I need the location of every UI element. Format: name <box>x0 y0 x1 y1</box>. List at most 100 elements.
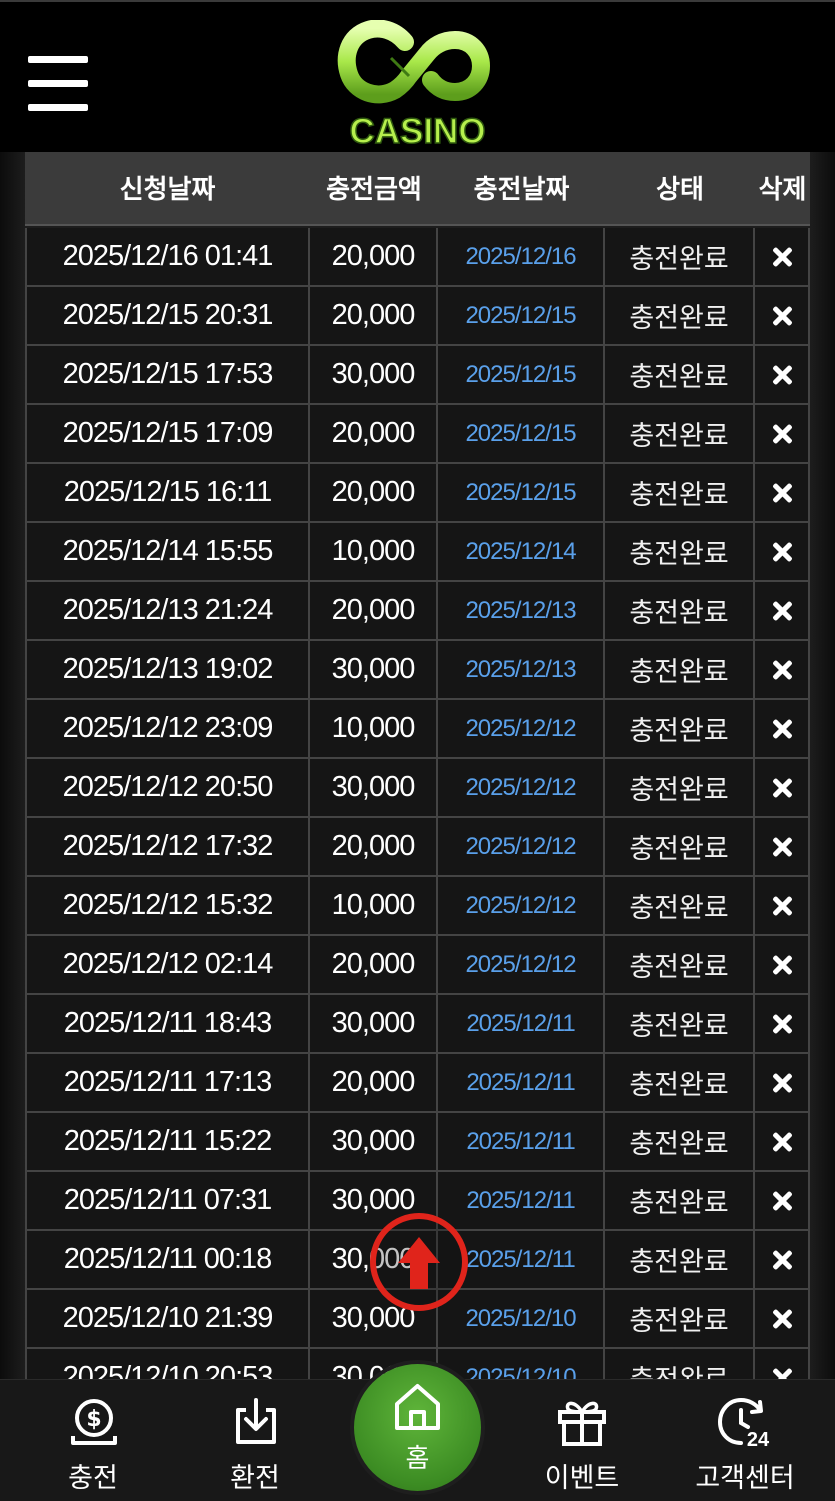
status-cell: 충전완료 <box>605 405 755 462</box>
nav-support[interactable]: 24 고객센터 <box>682 1380 808 1501</box>
charge-date-cell: 2025/12/10 <box>438 1290 605 1347</box>
coin-deposit-icon: $ <box>71 1399 117 1445</box>
amount-cell: 10,000 <box>310 700 438 757</box>
amount-cell: 30,000 <box>310 995 438 1052</box>
delete-x-icon[interactable] <box>772 1014 792 1034</box>
delete-x-icon[interactable] <box>772 1132 792 1152</box>
table-row: 2025/12/15 17:09 20,000 2025/12/15 충전완료 <box>25 405 810 464</box>
nav-event[interactable]: 이벤트 <box>520 1380 644 1501</box>
amount-cell: 20,000 <box>310 582 438 639</box>
delete-x-icon[interactable] <box>772 719 792 739</box>
support-24-icon: 24 <box>717 1397 770 1450</box>
nav-support-label: 고객센터 <box>695 1463 795 1494</box>
delete-cell <box>755 228 810 285</box>
requested-date-cell: 2025/12/12 17:32 <box>25 818 310 875</box>
delete-x-icon[interactable] <box>772 1191 792 1211</box>
delete-x-icon[interactable] <box>772 1368 792 1380</box>
table-row: 2025/12/15 16:11 20,000 2025/12/15 충전완료 <box>25 464 810 523</box>
logo-cc-icon <box>337 19 491 104</box>
home-icon <box>395 1384 440 1430</box>
amount-cell: 30,000 <box>310 346 438 403</box>
charge-date-cell: 2025/12/15 <box>438 287 605 344</box>
amount-cell: 20,000 <box>310 1054 438 1111</box>
amount-cell: 20,000 <box>310 287 438 344</box>
delete-x-icon[interactable] <box>772 306 792 326</box>
amount-cell: 30,000 <box>310 641 438 698</box>
charge-date-cell: 2025/12/12 <box>438 936 605 993</box>
nav-home[interactable]: 홈 <box>354 1364 481 1491</box>
charge-date-cell: 2025/12/14 <box>438 523 605 580</box>
requested-date-cell: 2025/12/16 01:41 <box>25 228 310 285</box>
column-header-requested-date: 신청날짜 <box>119 173 216 204</box>
charge-history-table: 신청날짜 충전금액 충전날짜 상태 삭제 2025/12/16 01:41 20,… <box>0 152 835 1379</box>
requested-date-cell: 2025/12/10 21:39 <box>25 1290 310 1347</box>
delete-cell <box>755 936 810 993</box>
status-cell: 충전완료 <box>605 523 755 580</box>
charge-date-cell: 2025/12/13 <box>438 582 605 639</box>
table-row: 2025/12/15 20:31 20,000 2025/12/15 충전완료 <box>25 287 810 346</box>
delete-x-icon[interactable] <box>772 1250 792 1270</box>
table-row: 2025/12/16 01:41 20,000 2025/12/16 충전완료 <box>25 228 810 287</box>
delete-x-icon[interactable] <box>772 601 792 621</box>
table-row: 2025/12/15 17:53 30,000 2025/12/15 충전완료 <box>25 346 810 405</box>
table-row: 2025/12/12 15:32 10,000 2025/12/12 충전완료 <box>25 877 810 936</box>
column-header-charge-date: 충전날짜 <box>473 173 570 204</box>
column-header-delete: 삭제 <box>758 173 807 204</box>
table-row: 2025/12/11 18:43 30,000 2025/12/11 충전완료 <box>25 995 810 1054</box>
delete-cell <box>755 759 810 816</box>
table-row: 2025/12/12 17:32 20,000 2025/12/12 충전완료 <box>25 818 810 877</box>
nav-charge[interactable]: $ 충전 <box>30 1380 156 1501</box>
charge-date-cell: 2025/12/12 <box>438 759 605 816</box>
status-cell: 충전완료 <box>605 995 755 1052</box>
delete-x-icon[interactable] <box>772 1073 792 1093</box>
top-header: CASINO <box>0 0 835 152</box>
status-cell: 충전완료 <box>605 1231 755 1288</box>
delete-cell <box>755 1172 810 1229</box>
nav-exchange-label: 환전 <box>230 1463 280 1494</box>
logo-text: CASINO <box>349 111 487 152</box>
delete-x-icon[interactable] <box>772 542 792 562</box>
menu-icon[interactable] <box>28 56 88 112</box>
delete-x-icon[interactable] <box>772 483 792 503</box>
delete-cell <box>755 1231 810 1288</box>
requested-date-cell: 2025/12/13 19:02 <box>25 641 310 698</box>
table-header: 신청날짜 충전금액 충전날짜 상태 삭제 <box>25 152 810 226</box>
svg-text:24: 24 <box>747 1429 770 1450</box>
delete-x-icon[interactable] <box>772 896 792 916</box>
delete-x-icon[interactable] <box>772 247 792 267</box>
delete-x-icon[interactable] <box>772 837 792 857</box>
amount-cell: 20,000 <box>310 228 438 285</box>
table-row: 2025/12/12 02:14 20,000 2025/12/12 충전완료 <box>25 936 810 995</box>
amount-cell: 10,000 <box>310 877 438 934</box>
status-cell: 충전완료 <box>605 1349 755 1379</box>
charge-date-cell: 2025/12/11 <box>438 1172 605 1229</box>
amount-cell: 20,000 <box>310 464 438 521</box>
status-cell: 충전완료 <box>605 464 755 521</box>
delete-x-icon[interactable] <box>772 424 792 444</box>
nav-exchange[interactable]: 환전 <box>192 1380 318 1501</box>
requested-date-cell: 2025/12/12 15:32 <box>25 877 310 934</box>
delete-cell <box>755 1349 810 1379</box>
status-cell: 충전완료 <box>605 582 755 639</box>
amount-cell: 30,000 <box>310 1113 438 1170</box>
delete-cell <box>755 818 810 875</box>
delete-x-icon[interactable] <box>772 365 792 385</box>
delete-x-icon[interactable] <box>772 955 792 975</box>
charge-date-cell: 2025/12/15 <box>438 464 605 521</box>
requested-date-cell: 2025/12/11 17:13 <box>25 1054 310 1111</box>
casino-logo[interactable]: CASINO <box>335 19 500 152</box>
table-row: 2025/12/11 17:13 20,000 2025/12/11 충전완료 <box>25 1054 810 1113</box>
delete-x-icon[interactable] <box>772 778 792 798</box>
scroll-to-top-button[interactable] <box>370 1213 468 1311</box>
status-cell: 충전완료 <box>605 936 755 993</box>
delete-cell <box>755 1054 810 1111</box>
status-cell: 충전완료 <box>605 228 755 285</box>
amount-cell: 10,000 <box>310 523 438 580</box>
requested-date-cell: 2025/12/12 23:09 <box>25 700 310 757</box>
amount-cell: 20,000 <box>310 936 438 993</box>
status-cell: 충전완료 <box>605 346 755 403</box>
delete-x-icon[interactable] <box>772 1309 792 1329</box>
status-cell: 충전완료 <box>605 1113 755 1170</box>
delete-x-icon[interactable] <box>772 660 792 680</box>
delete-cell <box>755 700 810 757</box>
